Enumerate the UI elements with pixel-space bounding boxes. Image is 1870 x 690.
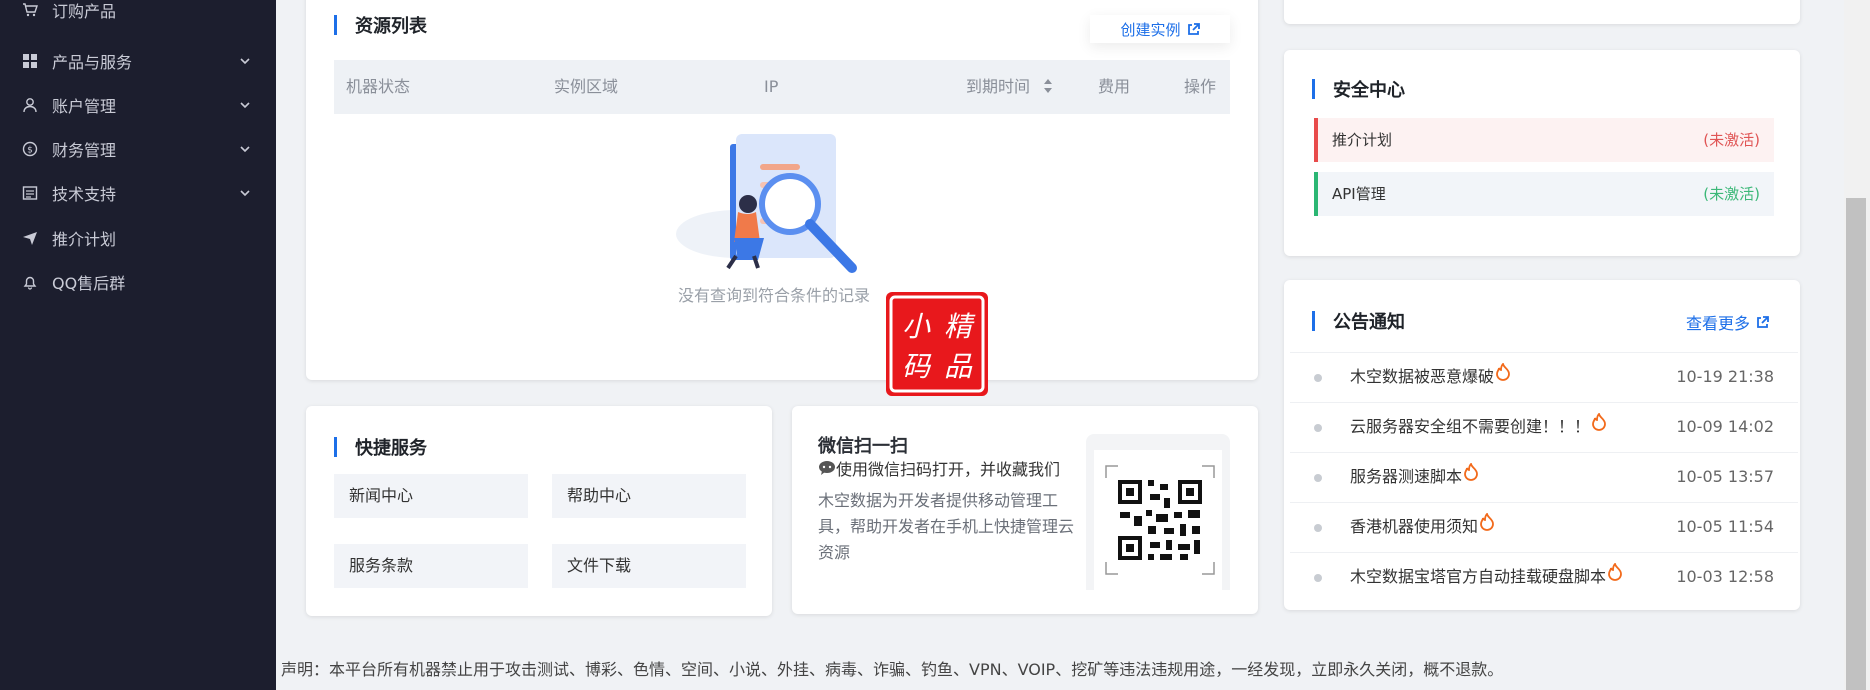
send-icon — [22, 230, 38, 246]
external-link-icon — [1187, 22, 1200, 35]
fire-icon — [1592, 413, 1606, 431]
fire-icon — [1464, 463, 1478, 481]
sidebar-item-label: 推介计划 — [52, 230, 117, 249]
chevron-down-icon — [240, 102, 250, 109]
svg-text:小: 小 — [902, 310, 931, 343]
sidebar-item-label: 账户管理 — [52, 97, 117, 116]
svg-text:码: 码 — [902, 350, 932, 383]
column-header-status[interactable]: 机器状态 — [346, 60, 410, 114]
grid-icon — [22, 53, 38, 69]
announcement-date: 10-05 11:54 — [1676, 517, 1774, 536]
bullet-dot — [1314, 574, 1322, 582]
resource-list-title: 资源列表 — [334, 12, 427, 38]
sort-icon[interactable] — [1042, 76, 1054, 96]
cart-icon — [22, 2, 38, 18]
wechat-subtitle-text: 使用微信扫码打开，并收藏我们 — [836, 460, 1061, 479]
bell-icon — [22, 274, 38, 290]
resource-table-header — [334, 60, 1230, 114]
bullet-dot — [1314, 474, 1322, 482]
fire-icon — [1480, 513, 1494, 531]
dollar-icon: $ — [22, 141, 38, 157]
svg-text:精: 精 — [944, 310, 976, 343]
resource-list-title-text: 资源列表 — [355, 16, 427, 37]
svg-text:品: 品 — [944, 350, 973, 383]
bullet-dot — [1314, 424, 1322, 432]
bullet-dot — [1314, 524, 1322, 532]
terms-button[interactable]: 服务条款 — [334, 544, 528, 588]
column-header-expiry[interactable]: 到期时间 — [966, 60, 1030, 114]
announcement-item[interactable]: 服务器测速脚本 10-05 13:57 — [1290, 452, 1798, 502]
sidebar-item-label: QQ售后群 — [52, 274, 126, 293]
quick-services-title: 快捷服务 — [334, 434, 427, 460]
chevron-down-icon — [240, 190, 250, 197]
security-item-status: (未激活) — [1703, 185, 1760, 203]
qr-code-icon[interactable] — [1104, 464, 1216, 576]
empty-state-text: 没有查询到符合条件的记录 — [677, 286, 870, 305]
bullet-dot — [1314, 374, 1322, 382]
sidebar-item-label: 财务管理 — [52, 141, 117, 160]
announcement-date: 10-19 21:38 — [1676, 367, 1774, 386]
column-header-ip[interactable]: IP — [764, 60, 778, 114]
chat-bubble-icon — [819, 461, 835, 475]
announcement-title: 香港机器使用须知 — [1350, 517, 1479, 536]
wechat-subtitle: 使用微信扫码打开，并收藏我们 — [818, 456, 1060, 480]
announcement-title: 木空数据被恶意爆破 — [1350, 367, 1495, 386]
scrollbar-thumb[interactable] — [1846, 198, 1866, 690]
top-card-partial — [1284, 0, 1800, 24]
security-item-status: (未激活) — [1703, 131, 1760, 149]
document-icon — [22, 185, 38, 201]
announcement-item[interactable]: 香港机器使用须知 10-05 11:54 — [1290, 502, 1798, 552]
announcements-title: 公告通知 — [1312, 308, 1405, 334]
downloads-button[interactable]: 文件下载 — [552, 544, 746, 588]
security-center-title-text: 安全中心 — [1333, 80, 1405, 101]
sidebar: 订购产品 产品与服务 账户管理 $ 财务管理 技术支持 推介计划 QQ售后群 — [0, 0, 276, 690]
sidebar-item-label: 产品与服务 — [52, 53, 133, 72]
announcement-date: 10-05 13:57 — [1676, 467, 1774, 486]
announcement-item[interactable]: 木空数据被恶意爆破 10-19 21:38 — [1290, 352, 1798, 402]
announcement-date: 10-03 12:58 — [1676, 567, 1774, 586]
security-item-name: API管理 — [1332, 185, 1386, 203]
empty-search-illustration — [676, 134, 857, 273]
chevron-down-icon — [240, 146, 250, 153]
column-header-fee[interactable]: 费用 — [1098, 60, 1130, 114]
quick-services-title-text: 快捷服务 — [355, 438, 427, 459]
chevron-down-icon — [240, 58, 250, 65]
create-instance-button[interactable]: 创建实例 — [1090, 15, 1230, 43]
create-instance-label: 创建实例 — [1120, 20, 1181, 39]
announcement-item[interactable]: 云服务器安全组不需要创建！！！ 10-09 14:02 — [1290, 402, 1798, 452]
sidebar-item-label: 技术支持 — [52, 185, 117, 204]
security-item-referral[interactable]: 推介计划 (未激活) — [1314, 118, 1774, 162]
sidebar-item-qq-group[interactable]: QQ售后群 — [0, 256, 276, 308]
seal-stamp-graphic: 小 精 码 品 — [889, 295, 985, 393]
announcement-title: 服务器测速脚本 — [1350, 467, 1463, 486]
column-header-region[interactable]: 实例区域 — [554, 60, 618, 114]
announcements-title-text: 公告通知 — [1333, 312, 1405, 333]
external-link-icon — [1757, 315, 1769, 328]
user-icon — [22, 97, 38, 113]
footer-disclaimer: 声明：本平台所有机器禁止用于攻击测试、博彩、色情、空间、小说、外挂、病毒、诈骗、… — [281, 660, 1504, 679]
sidebar-item-order[interactable]: 订购产品 — [0, 0, 276, 36]
wechat-description: 木空数据为开发者提供移动管理工具，帮助开发者在手机上快捷管理云资源 — [818, 491, 1075, 562]
fire-icon — [1496, 363, 1510, 381]
help-center-button[interactable]: 帮助中心 — [552, 474, 746, 518]
view-more-link[interactable]: 查看更多 — [1686, 310, 1769, 334]
security-center-title: 安全中心 — [1312, 76, 1405, 102]
sidebar-item-label: 订购产品 — [52, 2, 117, 21]
announcement-title: 云服务器安全组不需要创建！！！ — [1350, 417, 1591, 436]
view-more-label: 查看更多 — [1686, 314, 1751, 333]
svg-text:$: $ — [27, 146, 33, 156]
announcement-date: 10-09 14:02 — [1676, 417, 1774, 436]
security-item-api[interactable]: API管理 (未激活) — [1314, 172, 1774, 216]
security-item-name: 推介计划 — [1332, 131, 1393, 149]
announcement-title: 木空数据宝塔官方自动挂载硬盘脚本 — [1350, 567, 1607, 586]
fire-icon — [1608, 563, 1622, 581]
wechat-title: 微信扫一扫 — [818, 436, 908, 457]
column-header-actions[interactable]: 操作 — [1184, 60, 1216, 114]
news-center-button[interactable]: 新闻中心 — [334, 474, 528, 518]
announcement-item[interactable]: 木空数据宝塔官方自动挂载硬盘脚本 10-03 12:58 — [1290, 552, 1798, 602]
